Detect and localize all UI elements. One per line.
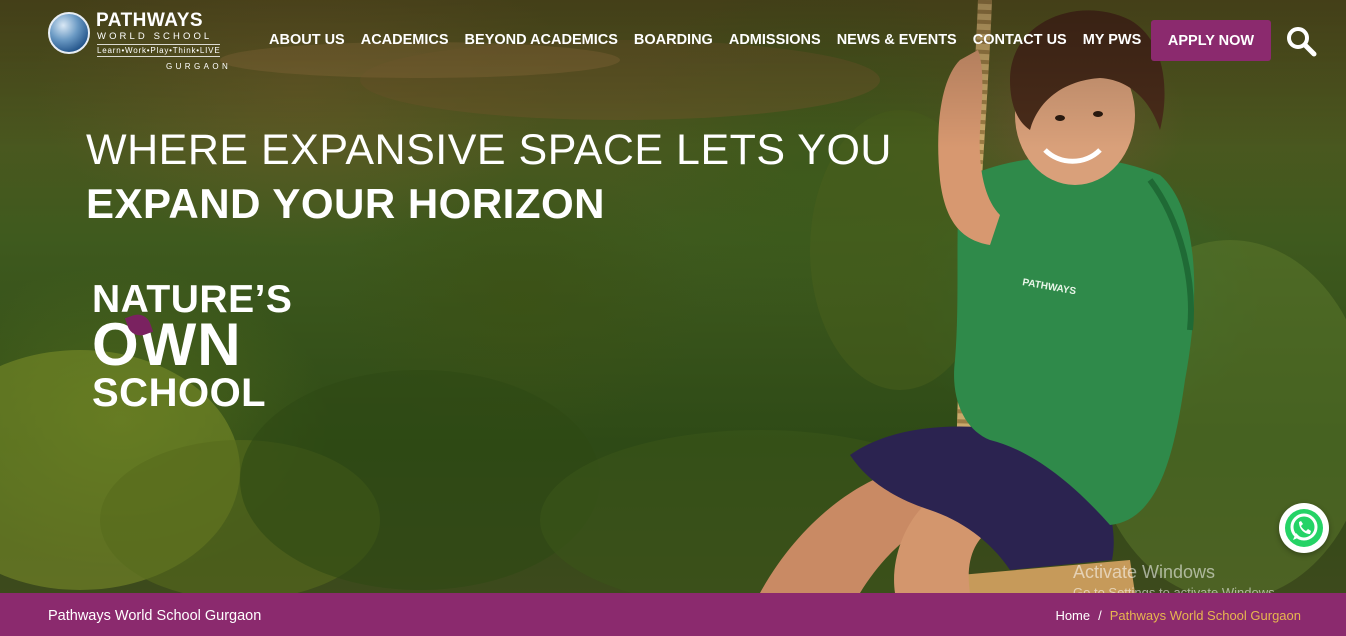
logo-subtitle: WORLD SCHOOL [97,31,213,42]
nav-contact-us[interactable]: CONTACT US [973,32,1067,48]
nav-beyond-academics[interactable]: BEYOND ACADEMICS [465,32,618,48]
logo-tagline: Learn•Work•Play•Think•LIVE [97,44,221,57]
apply-now-button[interactable]: APPLY NOW [1151,20,1271,61]
nav-admissions[interactable]: ADMISSIONS [729,32,821,48]
main-nav: ABOUT US ACADEMICS BEYOND ACADEMICS BOAR… [269,32,1157,48]
badge-line2: OWN [92,311,242,378]
hero-headline-line1: WHERE EXPANSIVE SPACE LETS YOU [86,126,892,174]
breadcrumb-home[interactable]: Home [1055,608,1090,623]
nav-my-pws[interactable]: MY PWS [1083,32,1142,48]
nav-boarding[interactable]: BOARDING [634,32,713,48]
whatsapp-icon[interactable] [1279,503,1329,553]
nav-academics[interactable]: ACADEMICS [361,32,449,48]
school-logo[interactable]: PATHWAYS WORLD SCHOOL Learn•Work•Play•Th… [48,10,253,72]
search-icon[interactable] [1285,25,1317,57]
logo-city: GURGAON [166,62,232,71]
badge-line3: SCHOOL [92,371,267,415]
logo-name: PATHWAYS [96,10,204,31]
hero-headline-line2: EXPAND YOUR HORIZON [86,180,605,227]
natures-own-school-badge: NATURE’S OWN SCHOOL [92,280,322,420]
globe-logo-icon [48,12,90,54]
activate-title: Activate Windows [1073,562,1216,582]
page-title: Pathways World School Gurgaon [48,608,262,624]
breadcrumb-current: Pathways World School Gurgaon [1109,608,1301,623]
breadcrumb-separator: / [1098,608,1102,623]
nav-news-events[interactable]: NEWS & EVENTS [837,32,957,48]
breadcrumb: Home / Pathways World School Gurgaon [1055,608,1301,623]
nav-about-us[interactable]: ABOUT US [269,32,345,48]
shirt-text: PATHWAYS [1021,277,1077,297]
page-title-bar: Pathways World School Gurgaon Home / Pat… [0,593,1346,636]
